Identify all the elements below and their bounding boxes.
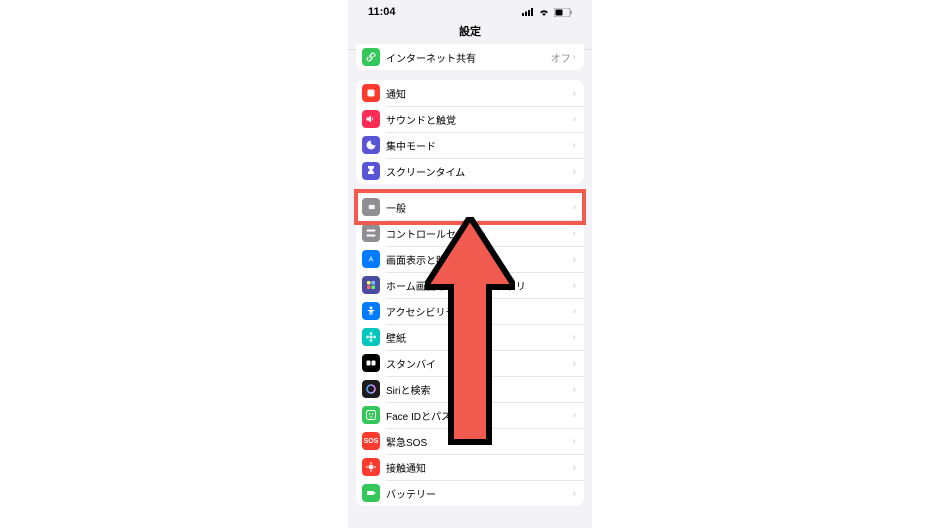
- row-label: 画面表示と明るさ: [386, 252, 573, 267]
- chevron-right-icon: ›: [573, 436, 576, 447]
- settings-group: 通知›サウンドと触覚›集中モード›スクリーンタイム›: [356, 80, 584, 184]
- row-label: サウンドと触覚: [386, 112, 573, 127]
- sos-icon: SOS: [362, 432, 380, 450]
- bell-icon: [362, 84, 380, 102]
- signal-icon: [522, 8, 534, 16]
- chevron-right-icon: ›: [573, 166, 576, 177]
- row-label: 緊急SOS: [386, 434, 573, 449]
- row-label: 壁紙: [386, 330, 573, 345]
- flower-icon: [362, 328, 380, 346]
- row-label: インターネット共有: [386, 50, 551, 65]
- chevron-right-icon: ›: [573, 410, 576, 421]
- chevron-right-icon: ›: [573, 52, 576, 63]
- battery-icon: [554, 8, 572, 17]
- speaker-icon: [362, 110, 380, 128]
- chevron-right-icon: ›: [573, 488, 576, 499]
- status-indicators: [522, 8, 572, 17]
- chevron-right-icon: ›: [573, 228, 576, 239]
- gear-icon: [362, 198, 380, 216]
- settings-row-switches[interactable]: コントロールセンター›: [356, 220, 584, 246]
- settings-row-access[interactable]: アクセシビリティ›: [356, 298, 584, 324]
- settings-list[interactable]: インターネット共有オフ›通知›サウンドと触覚›集中モード›スクリーンタイム›一般…: [348, 44, 592, 522]
- row-label: Face IDとパスコード: [386, 408, 573, 423]
- moon-icon: [362, 136, 380, 154]
- settings-row-flower[interactable]: 壁紙›: [356, 324, 584, 350]
- settings-row-faceid[interactable]: Face IDとパスコード›: [356, 402, 584, 428]
- grid-icon: [362, 276, 380, 294]
- chevron-right-icon: ›: [573, 202, 576, 213]
- chevron-right-icon: ›: [573, 358, 576, 369]
- page-title: 設定: [459, 26, 481, 38]
- settings-row-standby[interactable]: スタンバイ›: [356, 350, 584, 376]
- row-label: コントロールセンター: [386, 226, 573, 241]
- hourglass-icon: [362, 162, 380, 180]
- row-label: 接触通知: [386, 460, 573, 475]
- settings-row-bell[interactable]: 通知›: [356, 80, 584, 106]
- settings-row-grid[interactable]: ホーム画面とアプリライブラリ›: [356, 272, 584, 298]
- settings-row-virus[interactable]: 接触通知›: [356, 454, 584, 480]
- settings-group: インターネット共有オフ›: [356, 44, 584, 70]
- status-bar: 11:04: [348, 0, 592, 24]
- row-label: Siriと検索: [386, 382, 573, 397]
- virus-icon: [362, 458, 380, 476]
- settings-row-speaker[interactable]: サウンドと触覚›: [356, 106, 584, 132]
- chevron-right-icon: ›: [573, 254, 576, 265]
- row-label: 集中モード: [386, 138, 573, 153]
- settings-row-battery[interactable]: バッテリー›: [356, 480, 584, 506]
- access-icon: [362, 302, 380, 320]
- wifi-icon: [538, 8, 550, 16]
- chevron-right-icon: ›: [573, 306, 576, 317]
- chevron-right-icon: ›: [573, 462, 576, 473]
- siri-icon: [362, 380, 380, 398]
- row-label: バッテリー: [386, 486, 573, 501]
- chevron-right-icon: ›: [573, 280, 576, 291]
- chevron-right-icon: ›: [573, 332, 576, 343]
- switches-icon: [362, 224, 380, 242]
- row-label: ホーム画面とアプリライブラリ: [386, 278, 573, 293]
- chevron-right-icon: ›: [573, 140, 576, 151]
- settings-row-gear[interactable]: 一般›: [356, 194, 584, 220]
- row-label: スタンバイ: [386, 356, 573, 371]
- status-time: 11:04: [368, 6, 396, 18]
- settings-row-sun[interactable]: A 画面表示と明るさ›: [356, 246, 584, 272]
- faceid-icon: [362, 406, 380, 424]
- row-label: 一般: [386, 200, 573, 215]
- svg-text:A: A: [369, 257, 374, 264]
- chevron-right-icon: ›: [573, 384, 576, 395]
- settings-row-hourglass[interactable]: スクリーンタイム›: [356, 158, 584, 184]
- settings-row-link[interactable]: インターネット共有オフ›: [356, 44, 584, 70]
- chevron-right-icon: ›: [573, 114, 576, 125]
- row-label: スクリーンタイム: [386, 164, 573, 179]
- phone-frame: 11:04 設定 インターネット共有オフ›通知›サウンドと触覚›集中モード›スク…: [348, 0, 592, 528]
- standby-icon: [362, 354, 380, 372]
- chevron-right-icon: ›: [573, 88, 576, 99]
- settings-row-sos[interactable]: SOS 緊急SOS›: [356, 428, 584, 454]
- row-label: 通知: [386, 86, 573, 101]
- row-detail: オフ: [551, 50, 571, 65]
- sun-icon: A: [362, 250, 380, 268]
- battery-icon: [362, 484, 380, 502]
- row-label: アクセシビリティ: [386, 304, 573, 319]
- link-icon: [362, 48, 380, 66]
- settings-group: 一般›コントロールセンター›A画面表示と明るさ›ホーム画面とアプリライブラリ›ア…: [356, 194, 584, 506]
- settings-row-siri[interactable]: Siriと検索›: [356, 376, 584, 402]
- settings-row-moon[interactable]: 集中モード›: [356, 132, 584, 158]
